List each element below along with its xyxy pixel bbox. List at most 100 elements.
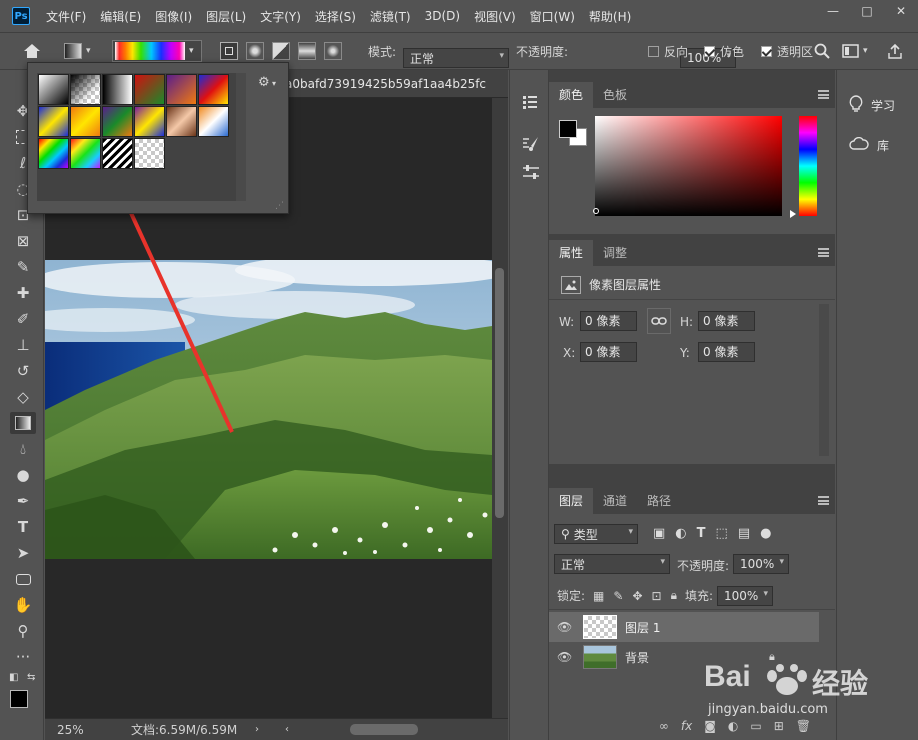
lock-position-icon[interactable]: ✥: [632, 589, 642, 603]
hue-slider[interactable]: [799, 116, 817, 216]
layer-name[interactable]: 图层 1: [625, 619, 660, 636]
panel-menu-icon[interactable]: [818, 496, 829, 505]
new-group-icon[interactable]: ▭: [750, 719, 761, 733]
lock-row: 锁定: ▦ ✎ ✥ ⊡ 🔒︎ 填充: 100% ▾: [549, 582, 835, 610]
tab-paths[interactable]: 路径: [637, 488, 681, 514]
adjustments-slider-icon[interactable]: [522, 164, 540, 183]
tab-adjustments[interactable]: 调整: [593, 240, 637, 266]
layer-filter-select[interactable]: ⚲ 类型 ▾: [554, 524, 638, 544]
tab-channels[interactable]: 通道: [593, 488, 637, 514]
properties-title: 像素图层属性: [589, 278, 662, 292]
color-picker-cursor[interactable]: [593, 208, 599, 214]
new-layer-icon[interactable]: ⊞: [774, 719, 784, 733]
lock-transparent-icon[interactable]: ▦: [593, 589, 604, 603]
link-dimensions-icon[interactable]: [647, 308, 671, 334]
arrow-shaft: [123, 199, 234, 433]
h-input[interactable]: 0 像素: [698, 311, 755, 331]
libraries-panel-button[interactable]: 库: [837, 128, 918, 162]
gradient-swatch-fg-transparent[interactable]: [70, 74, 101, 105]
resize-grip-icon[interactable]: ⋰: [275, 201, 284, 211]
gradient-swatch-copper[interactable]: [166, 106, 197, 137]
lock-pixels-icon[interactable]: ✎: [613, 589, 623, 603]
trash-icon[interactable]: 🗑︎: [796, 719, 811, 733]
learn-panel-button[interactable]: 学习: [837, 88, 918, 122]
x-label: X:: [563, 346, 576, 360]
w-label: W:: [559, 315, 575, 329]
history-panel-icon[interactable]: [522, 94, 538, 113]
lock-artboard-icon[interactable]: ⊡: [652, 589, 662, 603]
gradient-swatch-red-green[interactable]: [134, 74, 165, 105]
gradient-swatch-orange-yellow-orange[interactable]: [70, 106, 101, 137]
swatch-scrollbar[interactable]: [236, 73, 246, 201]
layer-opacity-value: 100%: [740, 557, 775, 571]
layer-thumbnail: [583, 615, 617, 639]
filter-toggle-icon[interactable]: ●: [760, 526, 771, 541]
fx-icon[interactable]: fx: [681, 719, 692, 733]
layer-opacity-input[interactable]: 100% ▾: [733, 554, 789, 574]
lightbulb-icon: [849, 94, 863, 116]
filter-type-icon[interactable]: T: [697, 526, 706, 541]
gradient-swatch-violet-orange[interactable]: [166, 74, 197, 105]
y-label: Y:: [680, 346, 690, 360]
lock-all-icon[interactable]: 🔒︎: [671, 588, 677, 603]
chevron-down-icon: ▾: [628, 527, 633, 537]
gradient-swatch-blue-red-yellow[interactable]: [198, 74, 229, 105]
filter-adjustment-icon[interactable]: ◐: [675, 526, 686, 541]
h-label: H:: [680, 315, 694, 329]
gradient-swatch-transparent-rainbow[interactable]: [70, 138, 101, 169]
add-mask-icon[interactable]: ◙: [704, 719, 716, 733]
gradient-swatch-black-white[interactable]: [38, 74, 69, 105]
filter-shape-icon[interactable]: ⬚: [716, 526, 728, 541]
fill-input[interactable]: 100% ▾: [717, 585, 774, 606]
chevron-down-icon: ▾: [763, 588, 769, 599]
y-input[interactable]: 0 像素: [698, 342, 755, 362]
learn-label: 学习: [871, 98, 896, 113]
layer-lock-icon: 🔒︎: [769, 650, 775, 663]
color-field[interactable]: [595, 116, 782, 216]
layer-row-layer1[interactable]: 👁︎ 图层 1: [549, 612, 819, 642]
tab-swatches[interactable]: 色板: [593, 82, 637, 108]
properties-panel-tabs: 属性 调整: [549, 240, 835, 266]
fill-label: 填充:: [684, 589, 714, 603]
visibility-eye-icon[interactable]: 👁︎: [557, 620, 573, 634]
panel-menu-icon[interactable]: [818, 248, 829, 257]
gear-icon[interactable]: ⚙: [258, 75, 270, 90]
gradient-swatch-spectrum[interactable]: [38, 138, 69, 169]
gradient-swatch-stripes[interactable]: [102, 138, 133, 169]
layers-panel-tabs: 图层 通道 路径: [549, 488, 835, 514]
visibility-eye-icon[interactable]: 👁︎: [557, 650, 573, 664]
chevron-down-icon: ▾: [660, 557, 665, 567]
tab-properties[interactable]: 属性: [549, 240, 594, 266]
properties-scrollbar[interactable]: [819, 304, 829, 456]
layer-name[interactable]: 背景: [625, 649, 649, 666]
gradient-swatch-violet-green-orange[interactable]: [102, 106, 133, 137]
cloud-library-icon: [849, 136, 869, 154]
filter-pixel-icon[interactable]: ▣: [653, 526, 665, 541]
gradient-swatch-black-to-white[interactable]: [102, 74, 133, 105]
adjustment-layer-icon[interactable]: ◐: [728, 719, 738, 733]
blend-mode-select[interactable]: 正常 ▾: [554, 554, 670, 574]
layer-row-background[interactable]: 👁︎ 背景 🔒︎: [549, 642, 819, 672]
brush-settings-icon[interactable]: [522, 136, 540, 155]
filter-smart-object-icon[interactable]: ▤: [738, 526, 750, 541]
learn-library-panel: 学习 库: [836, 70, 918, 740]
libraries-label: 库: [877, 138, 890, 153]
blend-mode-value: 正常: [561, 557, 586, 572]
gradient-swatch-blue-yellow-blue[interactable]: [38, 106, 69, 137]
gradient-swatch-chrome[interactable]: [198, 106, 229, 137]
search-icon: ⚲: [561, 527, 570, 541]
collapsed-panel-strip: [509, 70, 549, 740]
foreground-color-chip[interactable]: [559, 120, 577, 138]
tab-layers[interactable]: 图层: [549, 488, 594, 514]
hue-slider-marker-icon[interactable]: [790, 210, 796, 218]
pixel-layer-icon: [561, 275, 581, 294]
x-input[interactable]: 0 像素: [580, 342, 637, 362]
panel-menu-icon[interactable]: [818, 90, 829, 99]
gradient-swatch-yellow-violet[interactable]: [134, 106, 165, 137]
properties-header: 像素图层属性: [549, 270, 835, 300]
w-input[interactable]: 0 像素: [580, 311, 637, 331]
link-layers-icon[interactable]: ∞: [659, 719, 669, 733]
lock-label: 锁定:: [557, 589, 586, 603]
tab-color[interactable]: 颜色: [549, 82, 594, 108]
gradient-swatch-transparent[interactable]: [134, 138, 165, 169]
